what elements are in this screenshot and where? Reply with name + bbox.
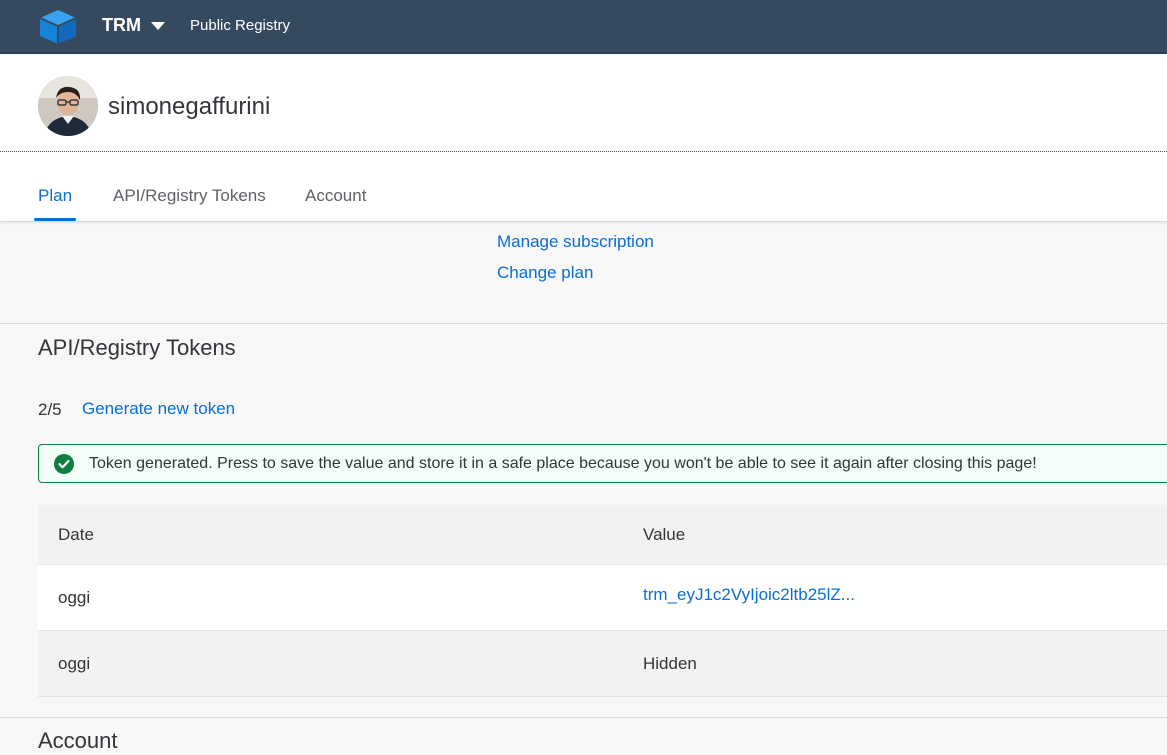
selected-tab-indicator	[34, 218, 76, 221]
section-divider	[0, 717, 1167, 718]
check-circle-icon	[54, 454, 74, 474]
token-date: oggi	[58, 587, 91, 607]
section-divider	[0, 323, 1167, 324]
column-header-value: Value	[643, 524, 686, 544]
account-section-title: Account	[38, 728, 118, 753]
change-plan-link[interactable]: Change plan	[497, 263, 593, 283]
success-message-text: Token generated. Press to save the value…	[89, 455, 1037, 472]
avatar	[38, 76, 98, 136]
tokens-table: Date Value oggi trm_eyJ1c2VyIjoic2ltb25l…	[38, 505, 1167, 697]
table-header-row: Date Value	[38, 505, 1167, 565]
success-message-strip: Token generated. Press to save the value…	[38, 444, 1167, 483]
manage-subscription-link[interactable]: Manage subscription	[497, 232, 654, 252]
shell-bar: TRM Public Registry	[0, 0, 1167, 54]
tab-bar: Plan API/Registry Tokens Account	[0, 152, 1167, 222]
profile-header: simonegaffurini	[0, 54, 1167, 152]
tokens-section-title: API/Registry Tokens	[38, 335, 236, 360]
app-menu-caret-icon[interactable]	[151, 22, 165, 30]
registry-title[interactable]: Public Registry	[190, 17, 290, 34]
token-count: 2/5	[38, 400, 62, 419]
tab-plan[interactable]: Plan	[38, 186, 72, 206]
token-value-hidden: Hidden	[643, 653, 697, 673]
username: simonegaffurini	[108, 93, 271, 120]
token-value-link[interactable]: trm_eyJ1c2VyIjoic2ltb25lZ...	[643, 562, 855, 627]
table-row: oggi Hidden	[38, 631, 1167, 697]
column-header-date: Date	[58, 524, 94, 544]
tab-api-registry-tokens[interactable]: API/Registry Tokens	[113, 186, 266, 206]
trm-logo-icon[interactable]	[38, 8, 78, 46]
generate-token-link[interactable]: Generate new token	[82, 399, 235, 419]
token-date: oggi	[58, 653, 91, 673]
app-title[interactable]: TRM	[102, 15, 141, 36]
table-row: oggi trm_eyJ1c2VyIjoic2ltb25lZ...	[38, 565, 1167, 631]
tab-account[interactable]: Account	[305, 186, 366, 206]
avatar-photo-icon	[38, 76, 98, 136]
